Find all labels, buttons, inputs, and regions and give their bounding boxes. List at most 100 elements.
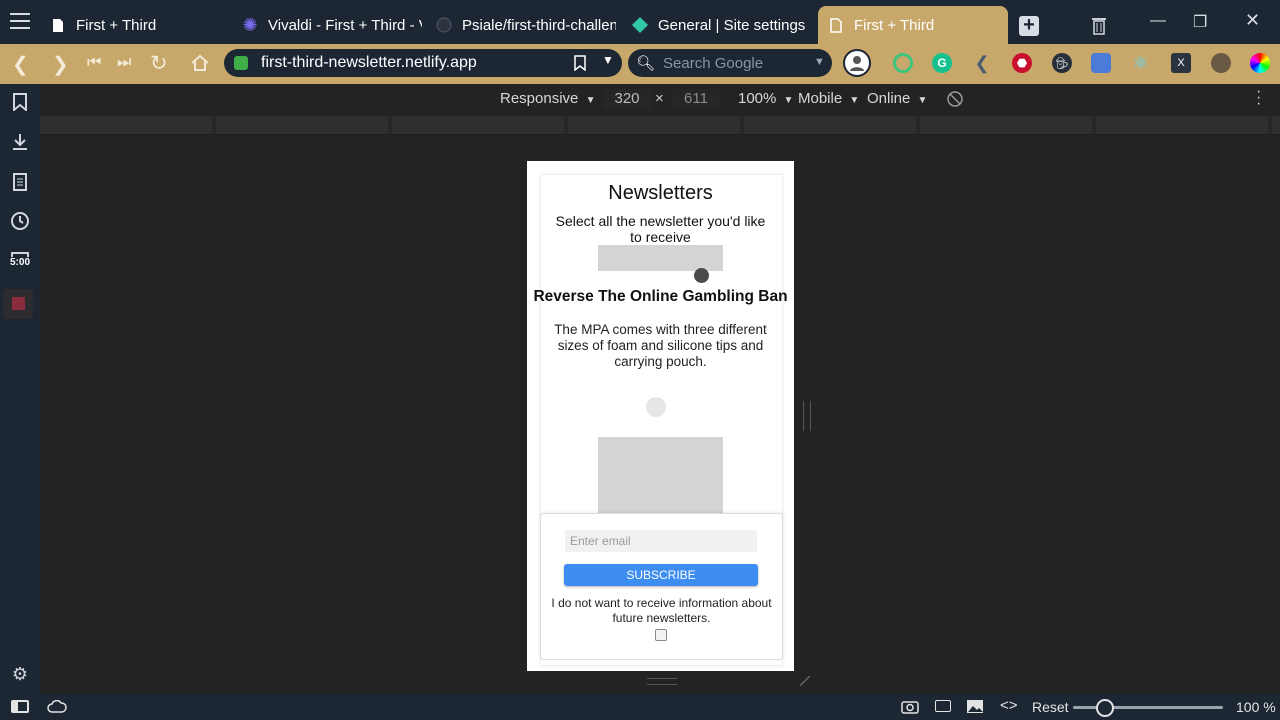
grammarly-ring-icon[interactable] [893,53,913,73]
spy-extension-icon[interactable]: 🕵︎ [1052,53,1072,73]
clock-text: 5:00 [9,257,30,268]
viewport-resize-handle-right[interactable] [803,401,811,431]
tab-title: Psiale/first-third-challeng [462,16,616,34]
panel-toggle-icon[interactable] [11,700,29,713]
tab-2[interactable]: ✺ Vivaldi - First + Third - Vi [242,6,422,44]
device-type-dropdown[interactable]: Mobile ▼ [798,90,859,107]
profile-avatar[interactable] [843,49,871,77]
search-field[interactable]: 🔍︎ Search Google ▼ [628,49,832,77]
more-options-icon[interactable]: · · · [1256,84,1261,112]
color-picker-icon[interactable] [1250,53,1270,73]
email-input[interactable]: Enter email [565,530,757,552]
url-text: first-third-newsletter.netlify.app [261,54,477,71]
user-extension-icon[interactable] [1211,53,1231,73]
zoom-slider-thumb[interactable] [1096,699,1114,717]
optout-checkbox[interactable] [655,629,667,641]
images-icon[interactable] [966,699,984,719]
restore-icon[interactable]: ❐ [1193,12,1207,32]
page-icon [50,17,66,33]
reload-icon[interactable]: ↻ [150,51,168,76]
width-value: 320 [614,90,640,107]
page-icon [828,17,844,33]
responsive-label: Responsive [500,90,579,107]
tab-1[interactable]: First + Third [50,6,220,44]
new-tab-icon[interactable]: + [1019,15,1039,36]
ublock-icon[interactable]: ⬣ [1012,53,1032,73]
zoom-dropdown[interactable]: 100% ▼ [738,90,793,107]
newsletter-select-toggle[interactable] [694,268,709,283]
newsletter-image-placeholder [598,245,723,271]
chevron-down-icon: ▼ [783,95,794,106]
menu-icon[interactable] [10,13,30,29]
minimize-icon[interactable]: — [1150,12,1166,30]
height-input[interactable]: 611 [672,89,720,109]
page-title: Newsletters [608,182,713,204]
tab-title: First + Third [854,16,935,34]
forward-icon[interactable]: ❯ [52,52,69,77]
network-label: Online [867,90,911,107]
settings-gear-icon[interactable]: ⚙ [9,663,31,685]
newsletter-description: The MPA comes with three different sizes… [554,322,767,369]
dropdown-icon[interactable]: ▼ [602,53,614,67]
tab-bar: First + Third ✺ Vivaldi - First + Third … [0,0,1280,44]
back-arrow-extension-icon[interactable]: ❮ [972,53,992,73]
sync-cloud-icon[interactable] [47,699,67,719]
close-icon[interactable]: ✕ [1245,10,1260,31]
zoom-level: 100 % [1236,699,1276,715]
notes-panel-icon[interactable] [9,171,31,193]
grammarly-icon[interactable]: G [932,53,952,73]
search-placeholder: Search Google [663,54,764,72]
rotate-icon[interactable] [946,90,964,113]
clock-panel[interactable]: 5:00 [3,252,37,278]
viewport-resize-handle-bottom[interactable] [647,678,677,685]
github-icon [436,17,452,33]
lock-icon [234,56,248,70]
record-icon [11,297,25,310]
bookmark-icon[interactable] [574,55,586,76]
zoom-slider[interactable] [1073,699,1223,717]
responsive-dropdown[interactable]: Responsive ▼ [500,90,595,107]
network-dropdown[interactable]: Online ▼ [867,90,927,107]
subscribe-button[interactable]: SUBSCRIBE [564,564,758,586]
vivaldi-icon: ✺ [242,14,258,35]
search-engine-dropdown-icon[interactable]: ▼ [814,56,825,68]
rewind-icon[interactable]: ⏮ [87,54,101,72]
page-actions-icon[interactable]: <> [1000,697,1018,714]
camera-icon[interactable] [901,699,919,719]
tab-5-active[interactable]: First + Third [818,6,1008,44]
x-extension-icon[interactable]: X [1171,53,1191,73]
newsletter-select-toggle-2[interactable] [646,397,666,417]
trash-icon[interactable] [1091,15,1107,40]
zoom-reset-button[interactable]: Reset [1032,699,1069,715]
home-icon[interactable] [190,54,210,77]
chevron-down-icon: ▼ [849,95,860,106]
window-tiling-icon[interactable] [935,700,951,712]
tab-title: Vivaldi - First + Third - Vi [268,16,422,34]
history-panel-icon[interactable] [9,210,31,232]
media-query-ruler [40,116,1280,135]
downloads-panel-icon[interactable] [9,131,31,153]
newsletter-image-placeholder-2 [598,437,723,517]
tab-3[interactable]: Psiale/first-third-challeng [436,6,616,44]
chevron-down-icon: ▼ [917,95,928,106]
tab-title: First + Third [76,16,157,34]
tab-4[interactable]: General | Site settings [632,6,812,44]
bookmarks-panel-icon[interactable] [9,91,31,113]
tab-title: General | Site settings [658,16,806,34]
viewport-resize-corner[interactable] [800,676,810,686]
fast-forward-icon[interactable]: ⏭ [117,54,131,72]
url-field[interactable]: first-third-newsletter.netlify.app ▼ [224,49,622,77]
newsletter-title: Reverse The Online Gambling Ban [533,288,788,305]
email-placeholder: Enter email [570,534,631,548]
back-icon[interactable]: ❮ [12,52,29,77]
screen-capture-icon[interactable] [1091,53,1111,73]
subscribe-label: SUBSCRIBE [626,568,696,582]
record-panel-button[interactable] [3,289,33,319]
optout-text: I do not want to receive information abo… [551,596,772,625]
dimension-times: × [655,90,664,107]
subscribe-footer: Enter email SUBSCRIBE I do not want to r… [540,513,783,660]
width-input[interactable]: 320 [603,89,651,109]
react-devtools-icon[interactable]: ⚛ [1131,53,1151,73]
chevron-down-icon: ▼ [585,95,596,106]
search-icon: 🔍︎ [636,55,656,72]
